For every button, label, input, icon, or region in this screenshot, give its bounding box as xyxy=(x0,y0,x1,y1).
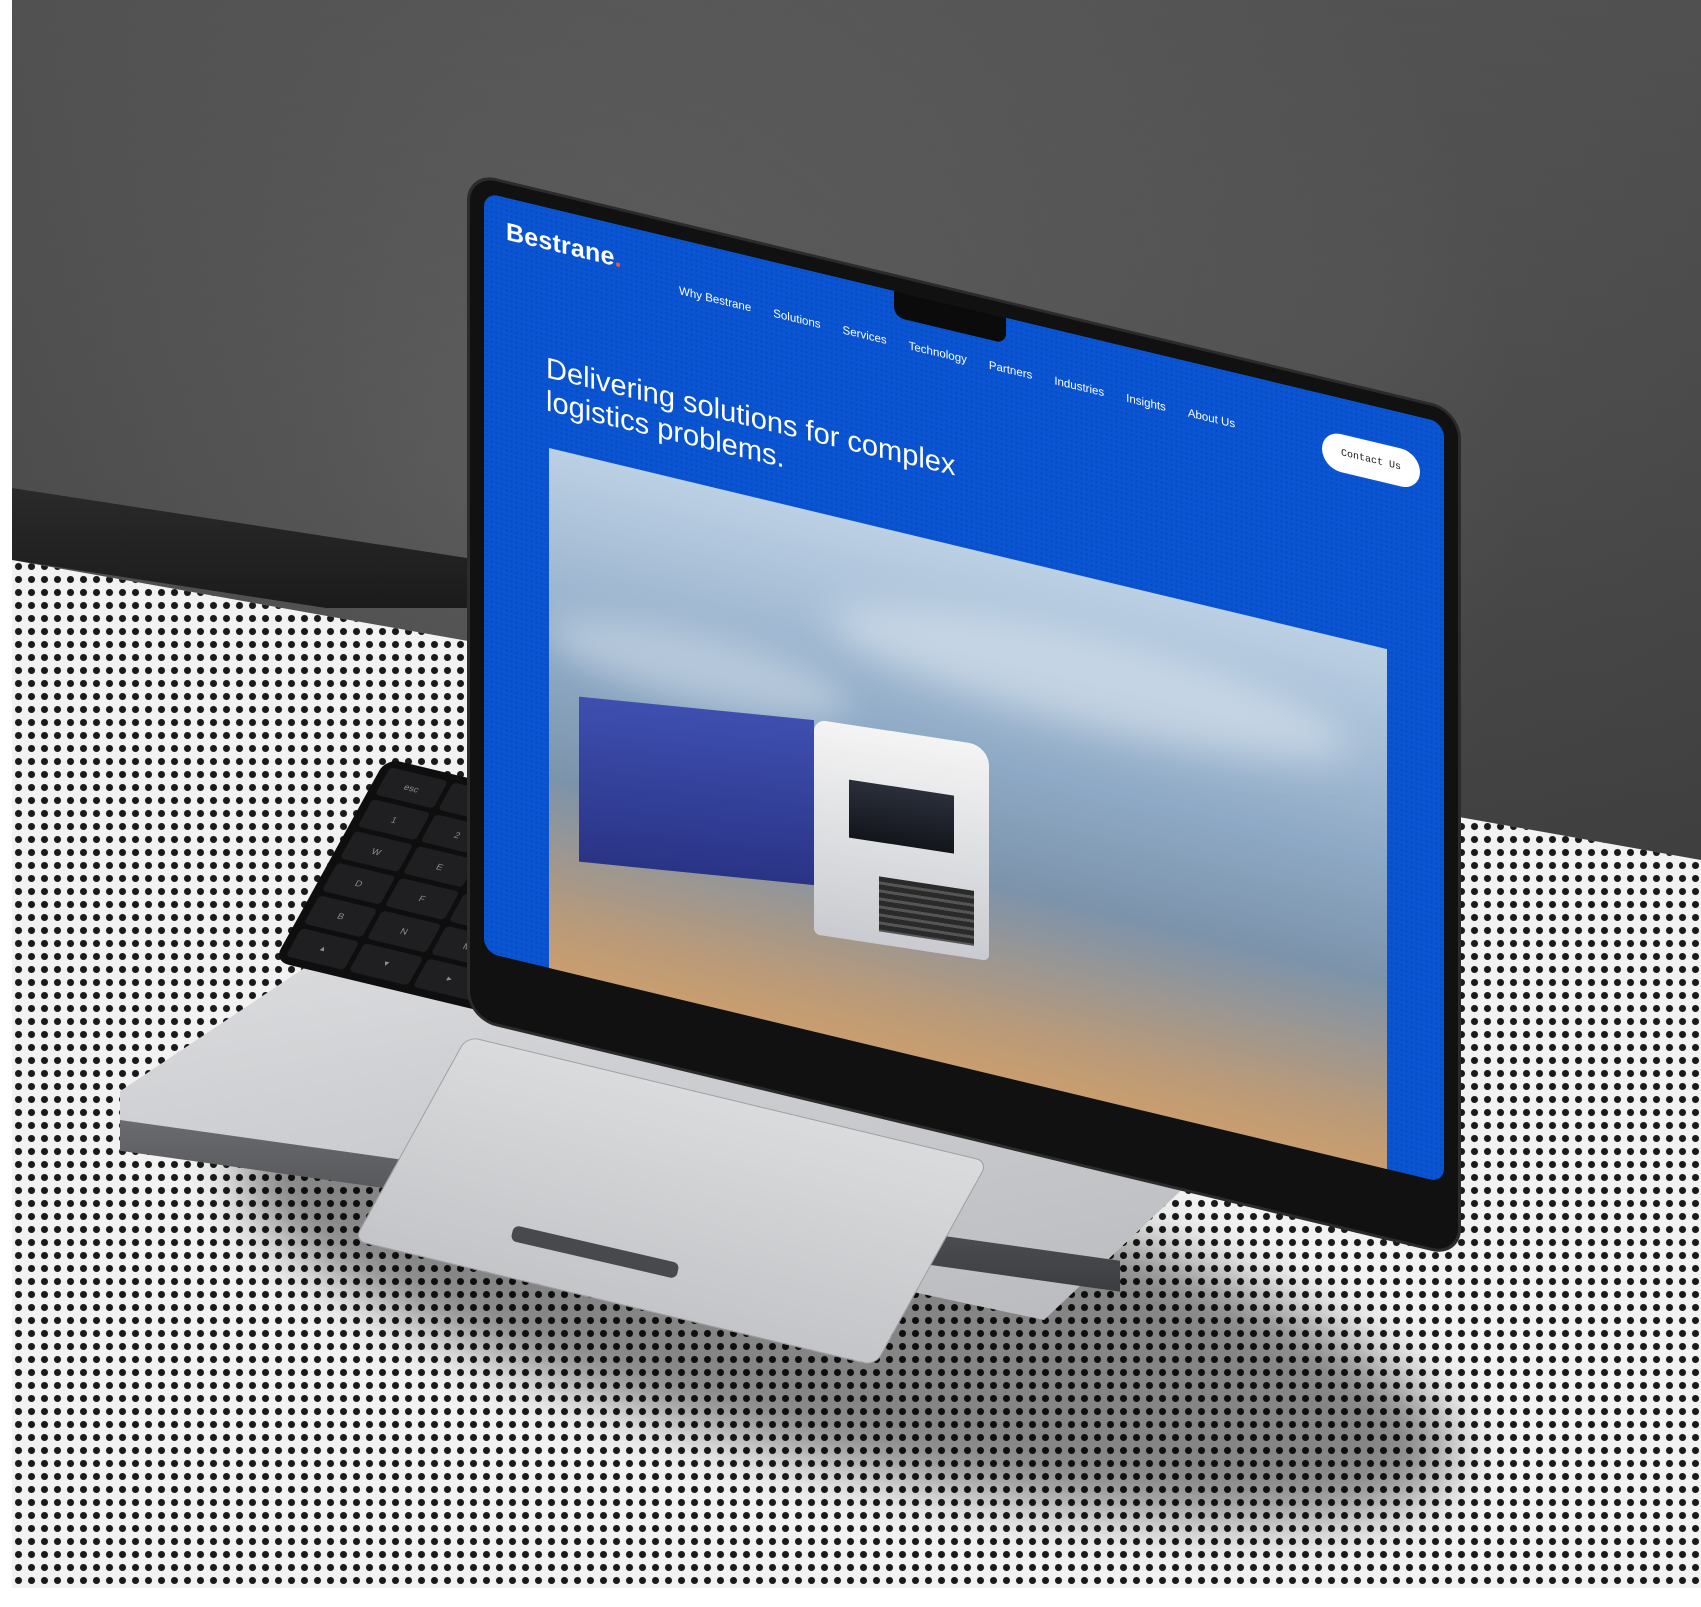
nav-item-solutions[interactable]: Solutions xyxy=(773,308,820,331)
nav-item-industries[interactable]: Industries xyxy=(1054,375,1104,399)
nav-item-technology[interactable]: Technology xyxy=(909,340,967,366)
nav-item-insights[interactable]: Insights xyxy=(1126,393,1166,415)
brand-logo[interactable]: Bestrane. xyxy=(506,218,622,275)
brand-dot: . xyxy=(614,243,622,274)
nav-item-why-bestrane[interactable]: Why Bestrane xyxy=(679,285,751,314)
nav-item-about-us[interactable]: About Us xyxy=(1188,407,1235,430)
website-screen: Bestrane. Why Bestrane Solutions Service… xyxy=(484,192,1444,1183)
brand-name: Bestrane xyxy=(506,217,615,272)
truck-trailer xyxy=(579,696,814,886)
nav-item-services[interactable]: Services xyxy=(843,324,887,347)
laptop: escF1F2F3F4F5F6F7F8F9F10F11F12~123456789… xyxy=(0,0,1701,1588)
nav-item-partners[interactable]: Partners xyxy=(989,360,1032,382)
contact-us-button[interactable]: Contact Us xyxy=(1322,429,1420,492)
camera-notch xyxy=(894,290,1006,344)
